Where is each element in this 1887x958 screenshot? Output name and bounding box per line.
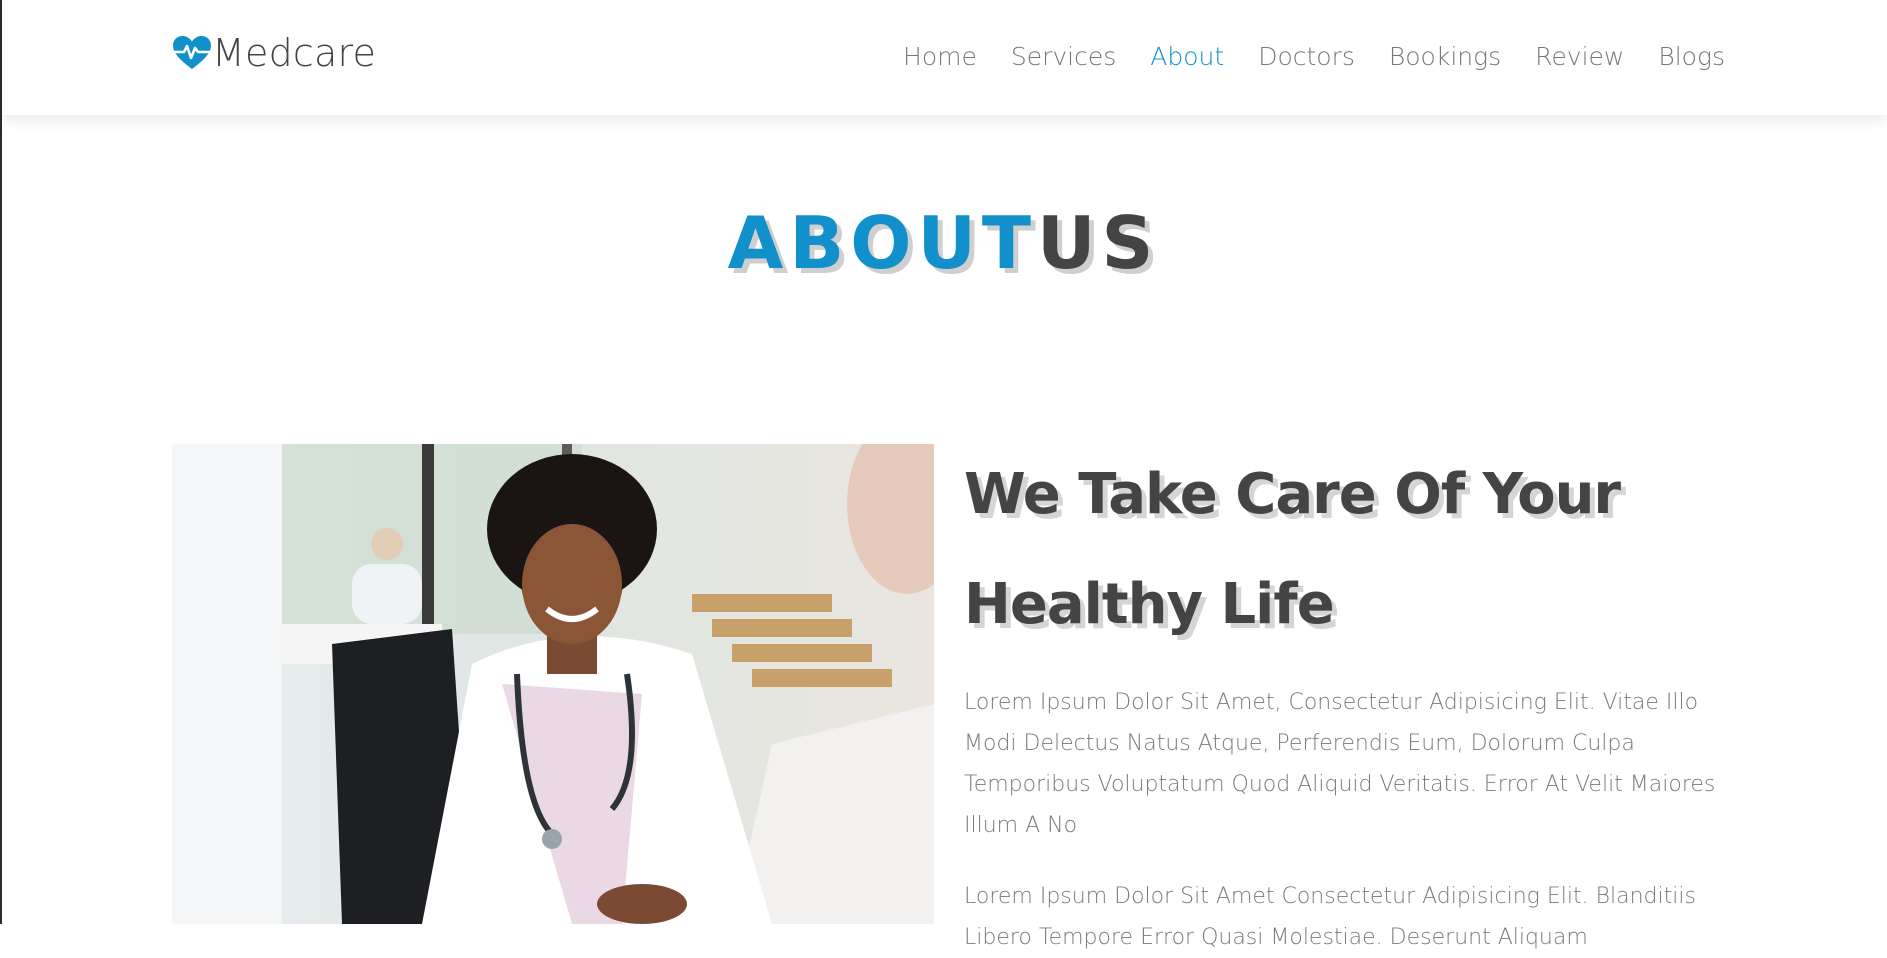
about-heading-line1: We Take Care Of Your (964, 462, 1621, 527)
nav-bookings[interactable]: Bookings (1389, 38, 1501, 76)
logo[interactable]: Medcare (172, 33, 376, 73)
section-title-rest: US (1037, 201, 1160, 286)
about-paragraph-1: Lorem Ipsum Dolor Sit Amet, Consectetur … (964, 690, 1716, 838)
about-heading-line2: Healthy Life (964, 572, 1335, 637)
nav-doctors[interactable]: Doctors (1258, 38, 1355, 76)
section-title-highlight: ABOUT (727, 201, 1038, 286)
nav-services[interactable]: Services (1011, 38, 1116, 76)
nav-home[interactable]: Home (903, 38, 977, 76)
logo-text: Medcare (212, 31, 377, 75)
about-heading: We Take Care Of Your Healthy Life (964, 440, 1724, 660)
section-title: ABOUTUS (0, 198, 1887, 288)
site-header: Medcare Home Services About Doctors Book… (2, 0, 1887, 115)
about-paragraph-2: Lorem Ipsum Dolor Sit Amet Consectetur A… (964, 884, 1696, 950)
doctor-photo (172, 444, 934, 924)
about-content: We Take Care Of Your Healthy Life Lorem … (964, 440, 1724, 958)
heartbeat-icon (173, 36, 211, 69)
doctor-illustration (172, 444, 934, 924)
main-nav: Home Services About Doctors Bookings Rev… (903, 38, 1725, 76)
window-edge (0, 0, 2, 924)
nav-blogs[interactable]: Blogs (1658, 38, 1725, 76)
nav-about[interactable]: About (1150, 38, 1224, 76)
nav-review[interactable]: Review (1535, 38, 1624, 76)
